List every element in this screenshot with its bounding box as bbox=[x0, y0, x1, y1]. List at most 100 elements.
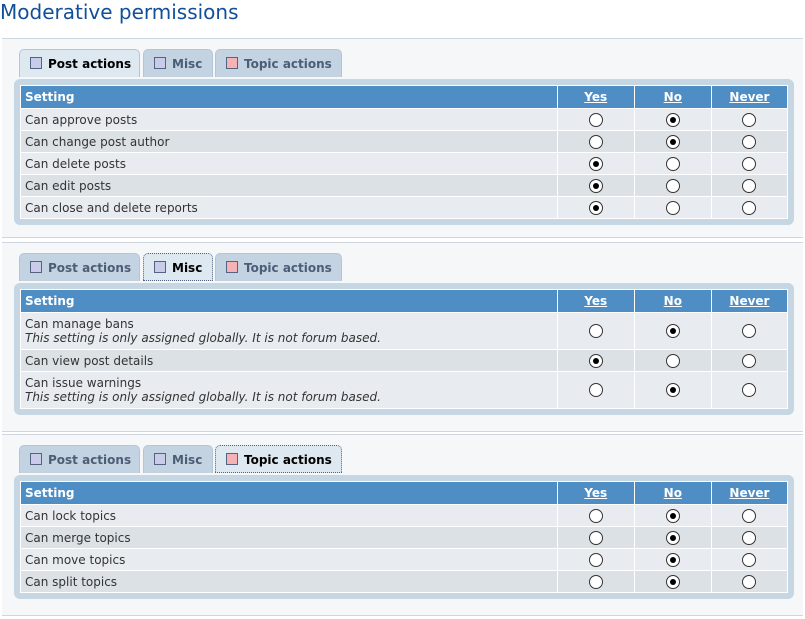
radio-cell-no bbox=[633, 570, 712, 593]
radio-no[interactable] bbox=[665, 508, 680, 523]
permission-table: Setting Yes No Never Can lock topics Can … bbox=[20, 481, 789, 593]
radio-yes[interactable] bbox=[588, 383, 603, 398]
table-row: Can move topics bbox=[20, 548, 789, 571]
setting-label: Can delete posts bbox=[25, 156, 126, 171]
permission-table-container: Setting Yes No Never Can lock topics Can … bbox=[14, 475, 794, 599]
radio-cell-no bbox=[633, 548, 712, 571]
tab-misc[interactable]: Misc bbox=[143, 49, 213, 77]
radio-cell-never bbox=[710, 548, 789, 571]
setting-cell: Can manage bans This setting is only assi… bbox=[20, 312, 558, 350]
radio-never[interactable] bbox=[742, 552, 757, 567]
tab-misc[interactable]: Misc bbox=[143, 445, 213, 473]
permission-table: Setting Yes No Never Can manage bans This… bbox=[20, 289, 789, 409]
column-header-never[interactable]: Never bbox=[710, 85, 789, 109]
radio-yes[interactable] bbox=[588, 200, 603, 215]
radio-yes[interactable] bbox=[588, 574, 603, 589]
radio-never[interactable] bbox=[742, 574, 757, 589]
radio-never[interactable] bbox=[742, 530, 757, 545]
radio-cell-no bbox=[633, 349, 712, 372]
page-title: Moderative permissions bbox=[0, 0, 239, 24]
setting-note: This setting is only assigned globally. … bbox=[25, 331, 381, 345]
color-swatch-icon bbox=[30, 57, 42, 69]
column-header-no[interactable]: No bbox=[633, 85, 712, 109]
column-header-yes[interactable]: Yes bbox=[556, 85, 635, 109]
radio-cell-never bbox=[710, 312, 789, 350]
color-swatch-icon bbox=[30, 453, 42, 465]
tab-misc[interactable]: Misc bbox=[143, 253, 213, 281]
table-row: Can view post details bbox=[20, 349, 789, 372]
tab-bar: Post actions Misc Topic actions bbox=[19, 445, 349, 475]
setting-cell: Can move topics bbox=[20, 548, 558, 571]
radio-yes[interactable] bbox=[588, 156, 603, 171]
column-header-setting: Setting bbox=[20, 289, 558, 313]
radio-cell-yes bbox=[556, 548, 635, 571]
table-header-row: Setting Yes No Never bbox=[20, 481, 789, 505]
column-header-never[interactable]: Never bbox=[710, 289, 789, 313]
radio-cell-yes bbox=[556, 312, 635, 350]
color-swatch-icon bbox=[154, 57, 166, 69]
radio-never[interactable] bbox=[742, 353, 757, 368]
radio-cell-yes bbox=[556, 504, 635, 527]
permission-panel-post-actions: Post actions Misc Topic actions Setting … bbox=[2, 38, 803, 238]
column-header-never[interactable]: Never bbox=[710, 481, 789, 505]
column-header-no[interactable]: No bbox=[633, 289, 712, 313]
radio-yes[interactable] bbox=[588, 178, 603, 193]
tab-topic-actions[interactable]: Topic actions bbox=[215, 253, 342, 281]
radio-no[interactable] bbox=[665, 324, 680, 339]
radio-never[interactable] bbox=[742, 178, 757, 193]
column-header-yes[interactable]: Yes bbox=[556, 289, 635, 313]
radio-no[interactable] bbox=[665, 200, 680, 215]
radio-no[interactable] bbox=[665, 112, 680, 127]
radio-no[interactable] bbox=[665, 574, 680, 589]
color-swatch-icon bbox=[226, 453, 238, 465]
radio-yes[interactable] bbox=[588, 530, 603, 545]
tab-post-actions[interactable]: Post actions bbox=[19, 445, 140, 473]
table-row: Can edit posts bbox=[20, 174, 789, 197]
radio-never[interactable] bbox=[742, 112, 757, 127]
tab-topic-actions[interactable]: Topic actions bbox=[215, 49, 342, 77]
radio-cell-no bbox=[633, 196, 712, 219]
radio-yes[interactable] bbox=[588, 508, 603, 523]
radio-never[interactable] bbox=[742, 508, 757, 523]
radio-yes[interactable] bbox=[588, 112, 603, 127]
radio-cell-yes bbox=[556, 349, 635, 372]
column-header-setting: Setting bbox=[20, 85, 558, 109]
tab-post-actions[interactable]: Post actions bbox=[19, 253, 140, 281]
column-header-setting: Setting bbox=[20, 481, 558, 505]
setting-note: This setting is only assigned globally. … bbox=[25, 390, 381, 404]
setting-label: Can lock topics bbox=[25, 508, 117, 523]
radio-cell-never bbox=[710, 526, 789, 549]
column-header-yes[interactable]: Yes bbox=[556, 481, 635, 505]
radio-cell-no bbox=[633, 130, 712, 153]
radio-yes[interactable] bbox=[588, 353, 603, 368]
column-header-no[interactable]: No bbox=[633, 481, 712, 505]
radio-yes[interactable] bbox=[588, 324, 603, 339]
tab-post-actions[interactable]: Post actions bbox=[19, 49, 140, 77]
radio-no[interactable] bbox=[665, 353, 680, 368]
radio-yes[interactable] bbox=[588, 134, 603, 149]
radio-cell-yes bbox=[556, 570, 635, 593]
radio-never[interactable] bbox=[742, 200, 757, 215]
tab-bar: Post actions Misc Topic actions bbox=[19, 49, 349, 79]
radio-yes[interactable] bbox=[588, 552, 603, 567]
radio-never[interactable] bbox=[742, 156, 757, 171]
radio-cell-yes bbox=[556, 174, 635, 197]
radio-cell-no bbox=[633, 526, 712, 549]
setting-label: Can split topics bbox=[25, 574, 118, 589]
setting-cell: Can lock topics bbox=[20, 504, 558, 527]
color-swatch-icon bbox=[30, 261, 42, 273]
radio-cell-no bbox=[633, 371, 712, 409]
radio-never[interactable] bbox=[742, 134, 757, 149]
radio-no[interactable] bbox=[665, 178, 680, 193]
radio-no[interactable] bbox=[665, 156, 680, 171]
radio-cell-yes bbox=[556, 196, 635, 219]
table-row: Can manage bans This setting is only assi… bbox=[20, 312, 789, 350]
setting-label: Can close and delete reports bbox=[25, 200, 198, 215]
radio-no[interactable] bbox=[665, 134, 680, 149]
radio-never[interactable] bbox=[742, 383, 757, 398]
radio-no[interactable] bbox=[665, 383, 680, 398]
radio-no[interactable] bbox=[665, 552, 680, 567]
tab-topic-actions[interactable]: Topic actions bbox=[215, 445, 342, 473]
radio-never[interactable] bbox=[742, 324, 757, 339]
radio-no[interactable] bbox=[665, 530, 680, 545]
